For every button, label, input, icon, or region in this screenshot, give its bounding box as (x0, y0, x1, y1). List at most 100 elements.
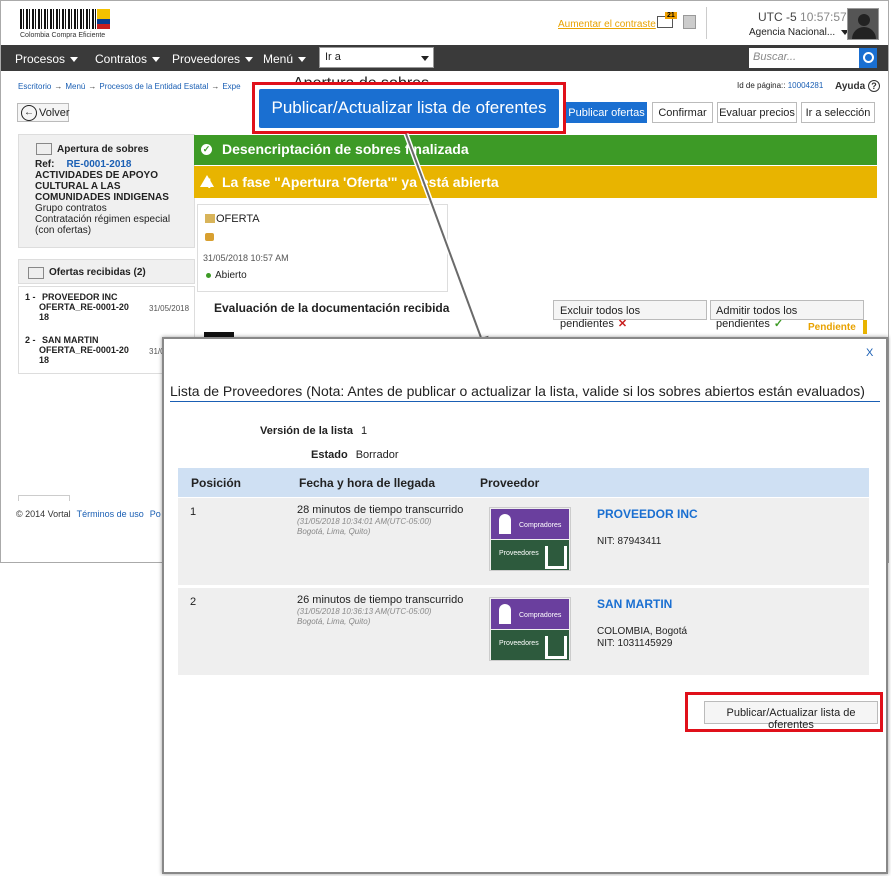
goto-value: Ir a (325, 51, 341, 63)
close-icon: ✕ (617, 318, 628, 330)
breadcrumb-escritorio[interactable]: Escritorio (18, 82, 51, 91)
row-position: 2 (190, 596, 197, 608)
process-panel-title: Apertura de sobres (35, 143, 178, 155)
pending-status: Pendiente (808, 322, 856, 333)
decryption-banner: Desencriptación de sobres finalizada (194, 135, 877, 165)
tab-publicar-ofertas[interactable]: Publicar ofertas (566, 102, 647, 123)
user-avatar[interactable] (847, 8, 879, 40)
footer-copyright: © 2014 Vortal (16, 509, 71, 519)
modal-title: Lista de Proveedores (Nota: Antes de pub… (170, 383, 865, 399)
list-item[interactable]: 1 - PROVEEDOR INC OFERTA_RE-0001-20 18 3… (25, 292, 190, 322)
exclude-all-button[interactable]: Excluir todos los pendientes ✕ (553, 300, 707, 330)
contrast-link[interactable]: Aumentar el contraste (558, 19, 656, 30)
tab-confirmar[interactable]: Confirmar (652, 102, 713, 123)
search-input[interactable]: Buscar... (749, 48, 859, 68)
nav-menu[interactable]: Menú (263, 52, 307, 66)
ref-label: Ref: (35, 159, 55, 170)
chevron-down-icon (70, 57, 79, 63)
nav-contratos[interactable]: Contratos (95, 52, 161, 66)
breadcrumb-procesos[interactable]: Procesos de la Entidad Estatal (99, 82, 208, 91)
provider-logo: Compradores Proveedores (489, 507, 571, 571)
offer-code: OFERTA_RE-0001-20 (39, 302, 129, 312)
offer-supplier: PROVEEDOR INC (42, 292, 118, 302)
publish-list-button[interactable]: Publicar/Actualizar lista de oferentes (704, 701, 878, 731)
logo-compradores: Compradores (491, 599, 569, 629)
page-id-label: Id de página:: (737, 81, 786, 90)
breadcrumb-expediente[interactable]: Expe (222, 82, 240, 91)
tab-ir-a-seleccion[interactable]: Ir a selección (801, 102, 875, 123)
help-label: Ayuda (835, 81, 866, 92)
row-position: 1 (190, 506, 197, 518)
document-icon[interactable] (683, 15, 696, 29)
table-row: 2 26 minutos de tiempo transcurrido (31/… (178, 588, 869, 675)
provider-nit: NIT: 87943411 (597, 536, 662, 547)
nav-proveedores[interactable]: Proveedores (172, 52, 254, 66)
evaluation-title: Evaluación de la documentación recibida (214, 301, 450, 315)
agency-selector[interactable]: Agencia Nacional... (749, 27, 849, 38)
provider-logo: Compradores Proveedores (489, 597, 571, 661)
row-arrival: (31/05/2018 10:34:01 AM(UTC-05:00) Bogotá… (297, 517, 431, 537)
unlock-icon (205, 233, 214, 241)
chevron-down-icon (421, 56, 429, 61)
check-icon: ✓ (773, 318, 784, 330)
pending-indicator (863, 320, 867, 334)
logo-text: Colombia Compra Eficiente (20, 32, 106, 39)
nav-proveedores-label: Proveedores (172, 52, 241, 66)
row-elapsed: 28 minutos de tiempo transcurrido (297, 504, 464, 516)
search-icon[interactable] (859, 48, 877, 68)
offer-date: 31/05/2018 (149, 304, 190, 313)
close-icon[interactable]: X (866, 347, 873, 359)
state-row: Estado Borrador (311, 449, 398, 461)
provider-location: COLOMBIA, Bogotá (597, 626, 688, 637)
row-arrival-zone: Bogotá, Lima, Quito) (297, 527, 371, 536)
back-button[interactable]: Volver (17, 103, 70, 122)
offer-supplier: SAN MARTIN (42, 335, 99, 345)
offer-status: Abierto (206, 270, 247, 281)
state-label: Estado (311, 449, 348, 461)
process-object: ACTIVIDADES DE APOYO CULTURAL A LAS COMU… (35, 170, 169, 203)
version-value: 1 (360, 425, 368, 437)
clock: UTC -5 10:57:57 (758, 10, 847, 24)
header-divider (706, 7, 707, 39)
chevron-down-icon (245, 57, 254, 63)
provider-nit: NIT: 1031145929 (597, 638, 673, 649)
mail-count-badge: 21 (665, 12, 677, 19)
footer-tab (18, 495, 70, 501)
footer-more-link[interactable]: Po (150, 509, 161, 519)
version-row: Versión de la lista 1 (260, 425, 367, 437)
col-provider: Proveedor (480, 476, 540, 490)
ref-value[interactable]: RE-0001-2018 (66, 159, 131, 170)
footer: © 2014 Vortal Términos de uso Po (16, 509, 161, 519)
tab-evaluar-precios[interactable]: Evaluar precios (717, 102, 797, 123)
row-arrival-time: (31/05/2018 10:36:13 AM(UTC-05:00) (297, 607, 432, 616)
process-type: Contratación régimen especial (con ofert… (35, 214, 171, 236)
offer-index: 1 - (25, 292, 36, 302)
offer-index: 2 - (25, 335, 36, 345)
process-ref: Ref: RE-0001-2018 (35, 159, 178, 170)
goto-select[interactable]: Ir a (319, 47, 434, 68)
admit-all-button[interactable]: Admitir todos los pendientes ✓ (710, 300, 864, 330)
provider-details: COLOMBIA, Bogotá NIT: 1031145929 (597, 626, 687, 650)
help-link[interactable]: Ayuda ? (835, 80, 880, 92)
provider-name-link[interactable]: SAN MARTIN (597, 597, 672, 611)
nav-menu-label: Menú (263, 52, 294, 66)
publish-list-callout-button[interactable]: Publicar/Actualizar lista de oferentes (259, 89, 559, 128)
help-icon: ? (867, 80, 880, 92)
admit-all-label: Admitir todos los pendientes (716, 305, 798, 330)
nav-procesos[interactable]: Procesos (15, 52, 79, 66)
logo-proveedores: Proveedores (491, 630, 569, 660)
agency-label: Agencia Nacional... (749, 27, 836, 38)
process-panel: Apertura de sobres Ref: RE-0001-2018 ACTI… (18, 134, 195, 248)
page-id: Id de página:: 10004281 (737, 81, 823, 90)
row-arrival-zone: Bogotá, Lima, Quito) (297, 617, 371, 626)
state-value: Borrador (355, 449, 399, 461)
provider-name-link[interactable]: PROVEEDOR INC (597, 507, 698, 521)
version-label: Versión de la lista (260, 425, 353, 437)
table-header: Posición Fecha y hora de llegada Proveed… (178, 468, 869, 497)
breadcrumb-menu[interactable]: Menú (65, 82, 85, 91)
offers-header[interactable]: Ofertas recibidas (2) (18, 259, 195, 284)
col-position: Posición (191, 476, 242, 490)
footer-terms-link[interactable]: Términos de uso (77, 509, 144, 519)
offer-code-end: 18 (39, 355, 50, 365)
offer-card: OFERTA 31/05/2018 10:57 AM Abierto (197, 204, 448, 292)
